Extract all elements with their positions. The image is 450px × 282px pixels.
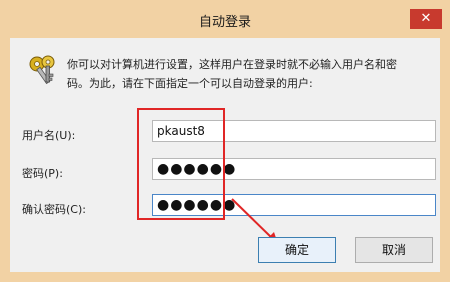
close-icon: ✕ xyxy=(420,11,432,26)
window-frame-right xyxy=(440,38,450,282)
instructions-line-2: 码。为此，请在下面指定一个可以自动登录的用户: xyxy=(67,77,313,90)
cancel-button[interactable]: 取消 xyxy=(355,237,433,263)
title-bar: 自动登录 ✕ xyxy=(0,0,450,38)
confirm-password-label: 确认密码(C): xyxy=(22,203,86,216)
keys-icon xyxy=(29,55,55,85)
password-label: 密码(P): xyxy=(22,167,63,180)
annotation-highlight-box xyxy=(137,108,225,220)
window-title: 自动登录 xyxy=(198,15,251,30)
window-frame-left xyxy=(0,38,10,282)
window-frame-bottom xyxy=(0,272,450,282)
ok-button[interactable]: 确定 xyxy=(258,237,336,263)
username-label: 用户名(U): xyxy=(22,129,76,142)
instructions-text: 你可以对计算机进行设置，这样用户在登录时就不必输入用户名和密 码。为此，请在下面… xyxy=(67,55,433,93)
close-button[interactable]: ✕ xyxy=(410,9,442,29)
instructions-line-1: 你可以对计算机进行设置，这样用户在登录时就不必输入用户名和密 xyxy=(67,58,397,71)
